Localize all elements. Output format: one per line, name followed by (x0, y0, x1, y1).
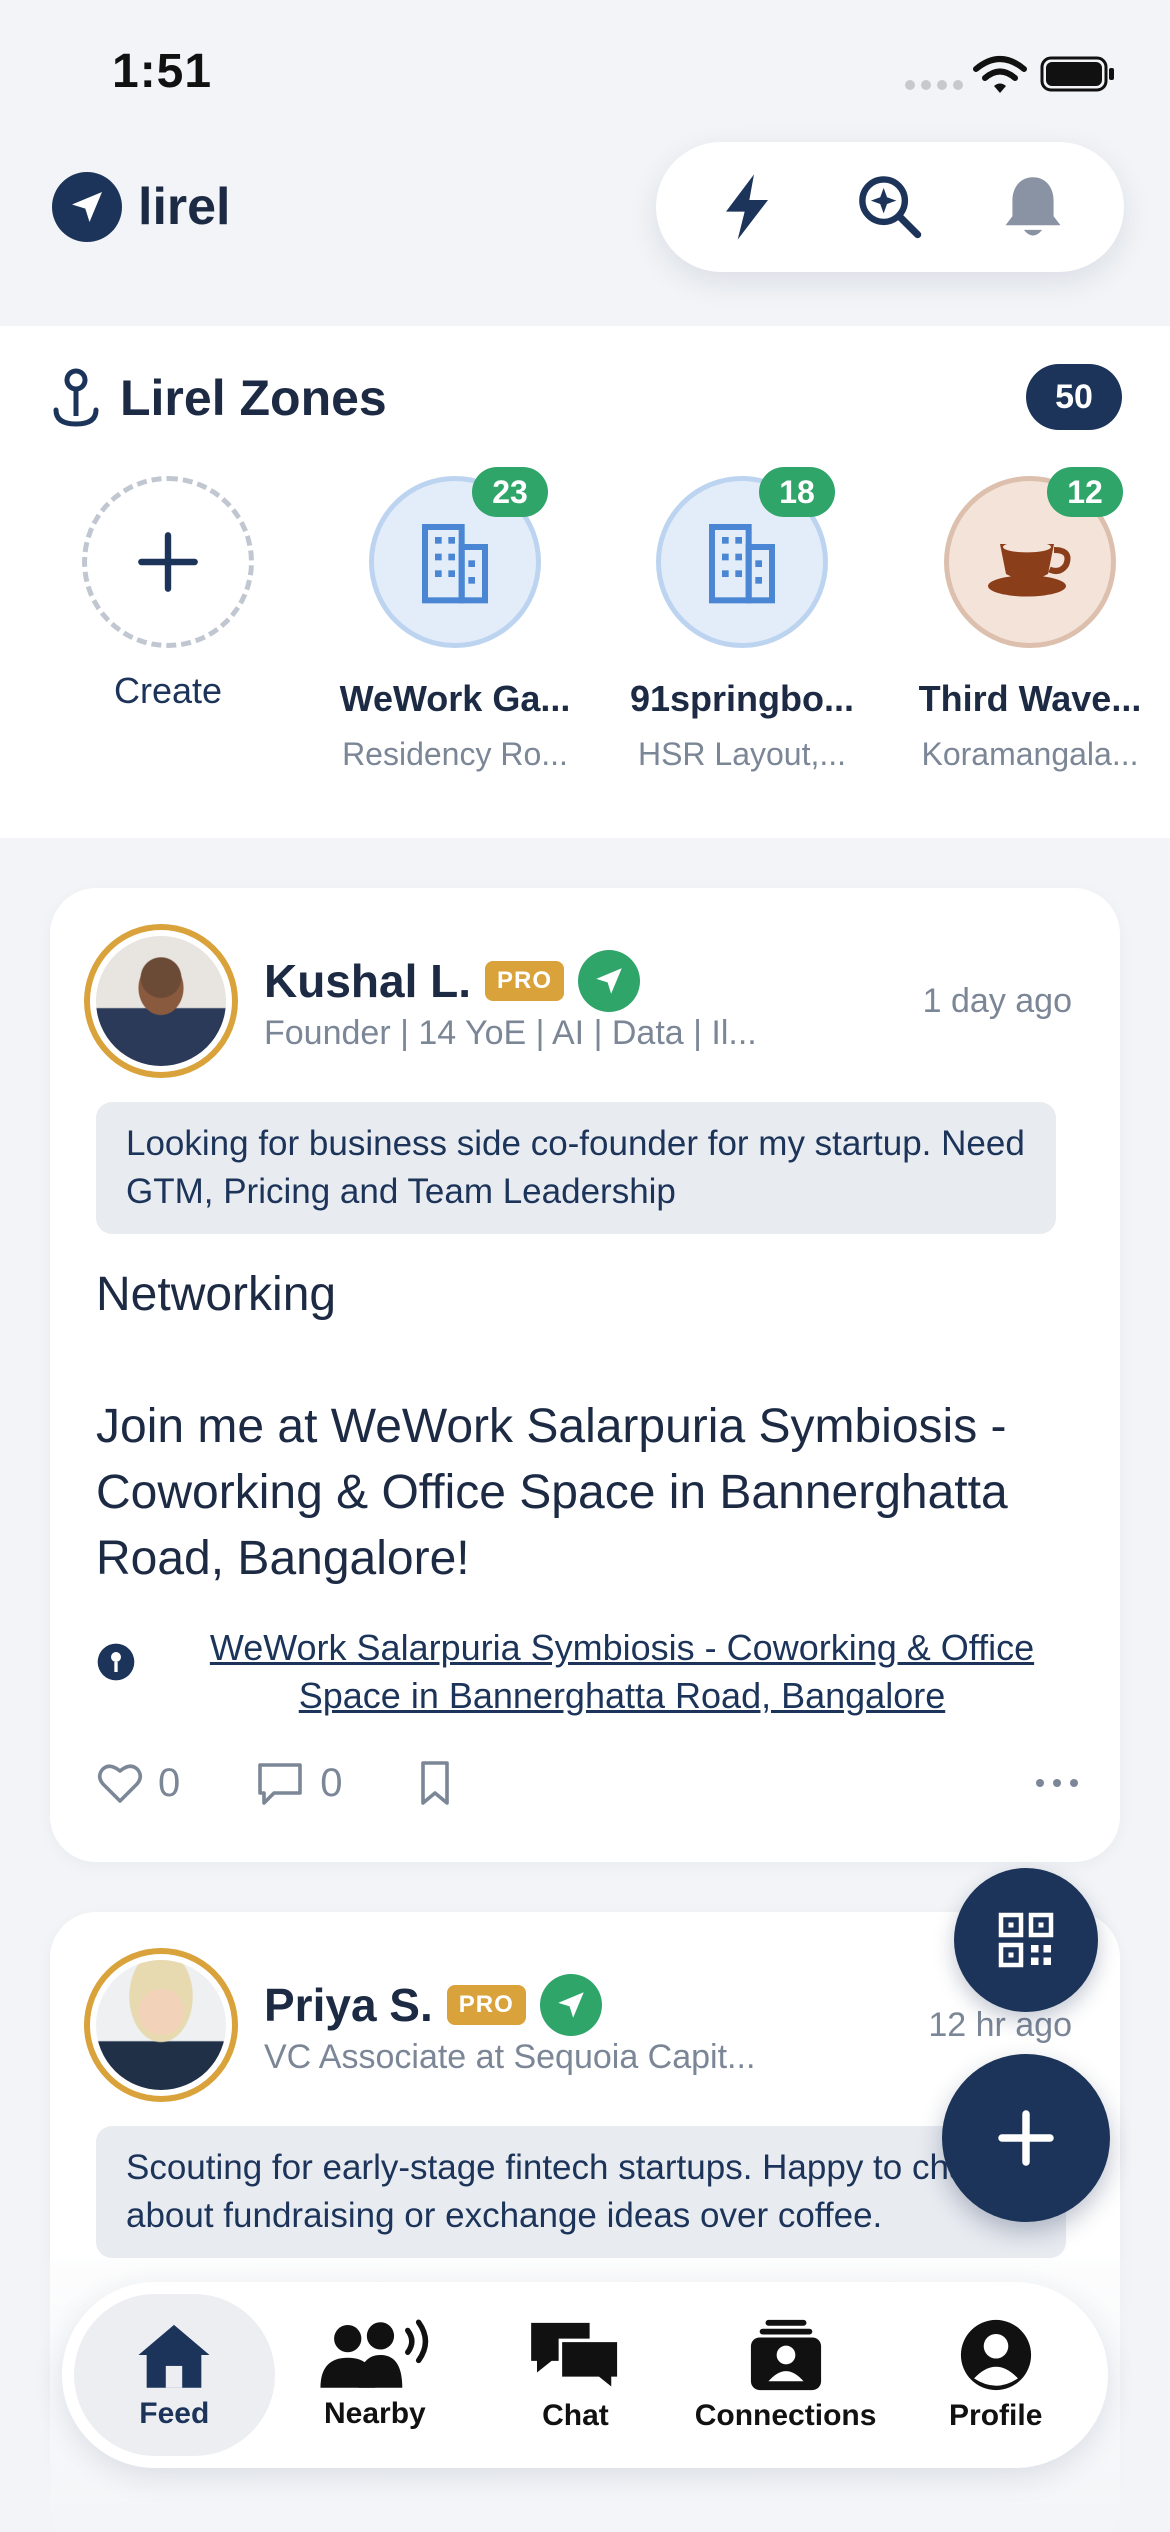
tab-label: Connections (694, 2399, 877, 2432)
create-zone-button[interactable] (82, 476, 254, 648)
comment-count: 0 (320, 1760, 343, 1805)
zone-create[interactable]: Create (38, 476, 298, 712)
tab-profile[interactable]: Profile (895, 2294, 1096, 2456)
zone-member-count: 23 (472, 467, 548, 517)
tab-label: Chat (542, 2399, 609, 2432)
zone-subtitle: Koramangala... (921, 736, 1139, 772)
tab-label: Nearby (324, 2397, 426, 2430)
lightning-icon[interactable] (702, 162, 792, 252)
bell-icon[interactable] (988, 162, 1078, 252)
pro-badge: PRO (485, 961, 565, 1001)
location-pin-icon (97, 1643, 135, 1681)
zone-name: WeWork Ga... (339, 678, 571, 719)
zones-title: Lirel Zones (120, 370, 387, 426)
zone-avatar[interactable]: 23 (369, 467, 548, 648)
zone-item[interactable]: 12 Third Wave... Koramangala... (900, 467, 1160, 773)
zone-subtitle: HSR Layout,... (637, 736, 847, 772)
brand-name: lirel (138, 178, 231, 236)
zone-name: Third Wave... (918, 678, 1142, 719)
create-zone-label: Create (113, 670, 223, 711)
location-row[interactable]: WeWork Salarpuria Symbiosis - Coworking … (96, 1624, 1086, 1720)
status-time: 1:51 (112, 45, 213, 98)
location-verified-icon (539, 1974, 602, 2036)
tab-chat[interactable]: Chat (475, 2294, 676, 2456)
user-headline: Founder | 14 YoE | AI | Data | Il... (264, 1014, 757, 1052)
zone-avatar[interactable]: 12 (944, 467, 1123, 648)
intent-box: Scouting for early-stage fintech startup… (96, 2126, 1066, 2258)
like-count: 0 (158, 1760, 181, 1805)
more-dots-icon (1036, 1779, 1078, 1787)
location-verified-icon (578, 950, 641, 1012)
status-bar: 1:51 (0, 0, 1170, 150)
location-link[interactable]: WeWork Salarpuria Symbiosis - Coworking … (158, 1624, 1086, 1720)
plus-icon (138, 532, 198, 592)
intent-box: Looking for business side co-founder for… (96, 1102, 1056, 1234)
more-options-button[interactable] (1034, 1777, 1080, 1789)
logo-icon (52, 172, 122, 242)
avatar[interactable] (84, 1948, 238, 2102)
signal-icon (905, 80, 963, 90)
user-name[interactable]: Kushal L. (264, 954, 471, 1008)
zone-avatar[interactable]: 18 (656, 467, 835, 648)
tab-label: Feed (139, 2397, 210, 2430)
post-actions: 0 0 (96, 1748, 1086, 1818)
avatar-photo (96, 936, 226, 1066)
qr-code-button[interactable] (954, 1868, 1098, 2012)
zone-item[interactable]: 18 91springbo... HSR Layout,... (612, 467, 872, 773)
like-button[interactable]: 0 (96, 1761, 180, 1806)
zone-member-count: 18 (759, 467, 835, 517)
avatar[interactable] (84, 924, 238, 1078)
post-category: Networking (96, 1268, 337, 1321)
profile-icon (960, 2319, 1031, 2391)
bookmark-icon (420, 1761, 449, 1805)
app-header: lirel (0, 142, 1170, 320)
zone-member-count: 12 (1047, 467, 1123, 517)
feed-post[interactable]: Kushal L. PRO Founder | 14 YoE | AI | Da… (50, 888, 1120, 1862)
post-body: Networking Join me at WeWork Salarpuria … (96, 1262, 1086, 1592)
zones-header: Lirel Zones (50, 368, 387, 428)
zone-name: 91springbo... (629, 678, 855, 719)
user-row: Priya S. PRO (264, 1974, 602, 2036)
zone-item[interactable]: 23 WeWork Ga... Residency Ro... (325, 467, 585, 773)
tab-label: Profile (949, 2399, 1043, 2432)
qr-code-icon (998, 1912, 1054, 1968)
plus-icon (998, 2110, 1054, 2166)
comment-button[interactable]: 0 (254, 1759, 343, 1807)
tab-feed[interactable]: Feed (74, 2294, 275, 2456)
pro-badge: PRO (446, 1985, 526, 2025)
bottom-tab-bar: Feed Nearby Chat Connections Profile (62, 2282, 1108, 2468)
user-headline: VC Associate at Sequoia Capit... (264, 2038, 756, 2076)
battery-icon (1040, 56, 1114, 92)
discover-search-icon[interactable] (845, 162, 935, 252)
header-actions (656, 142, 1124, 272)
connections-icon (750, 2319, 821, 2391)
zones-section: Lirel Zones 50 Create 23 WeWork Ga... Re… (0, 326, 1170, 838)
nearby-people-icon (320, 2319, 429, 2388)
pin-icon (53, 368, 99, 427)
comment-icon (258, 1763, 303, 1805)
wifi-icon (973, 56, 1027, 93)
user-name[interactable]: Priya S. (264, 1978, 433, 2032)
building-icon (422, 524, 488, 604)
heart-icon (97, 1764, 143, 1803)
zone-subtitle: Residency Ro... (342, 736, 568, 772)
home-icon (138, 2324, 210, 2388)
chat-icon (531, 2322, 622, 2393)
post-time: 1 day ago (922, 982, 1072, 1020)
building-icon (709, 524, 775, 604)
post-time: 12 hr ago (928, 2006, 1072, 2044)
bookmark-button[interactable] (417, 1759, 453, 1807)
user-row: Kushal L. PRO (264, 950, 641, 1012)
avatar-photo (96, 1960, 226, 2090)
brand: lirel (52, 172, 231, 242)
tab-connections[interactable]: Connections (676, 2294, 896, 2456)
zones-count-badge[interactable]: 50 (1026, 364, 1122, 430)
tab-nearby[interactable]: Nearby (275, 2294, 476, 2456)
post-text: Join me at WeWork Salarpuria Symbiosis -… (96, 1400, 1008, 1585)
app-screen: 1:51 lirel Lirel Zones 50 Create 23 WeWo… (0, 0, 1170, 2532)
create-post-button[interactable] (942, 2054, 1110, 2222)
coffee-icon (988, 541, 1071, 597)
